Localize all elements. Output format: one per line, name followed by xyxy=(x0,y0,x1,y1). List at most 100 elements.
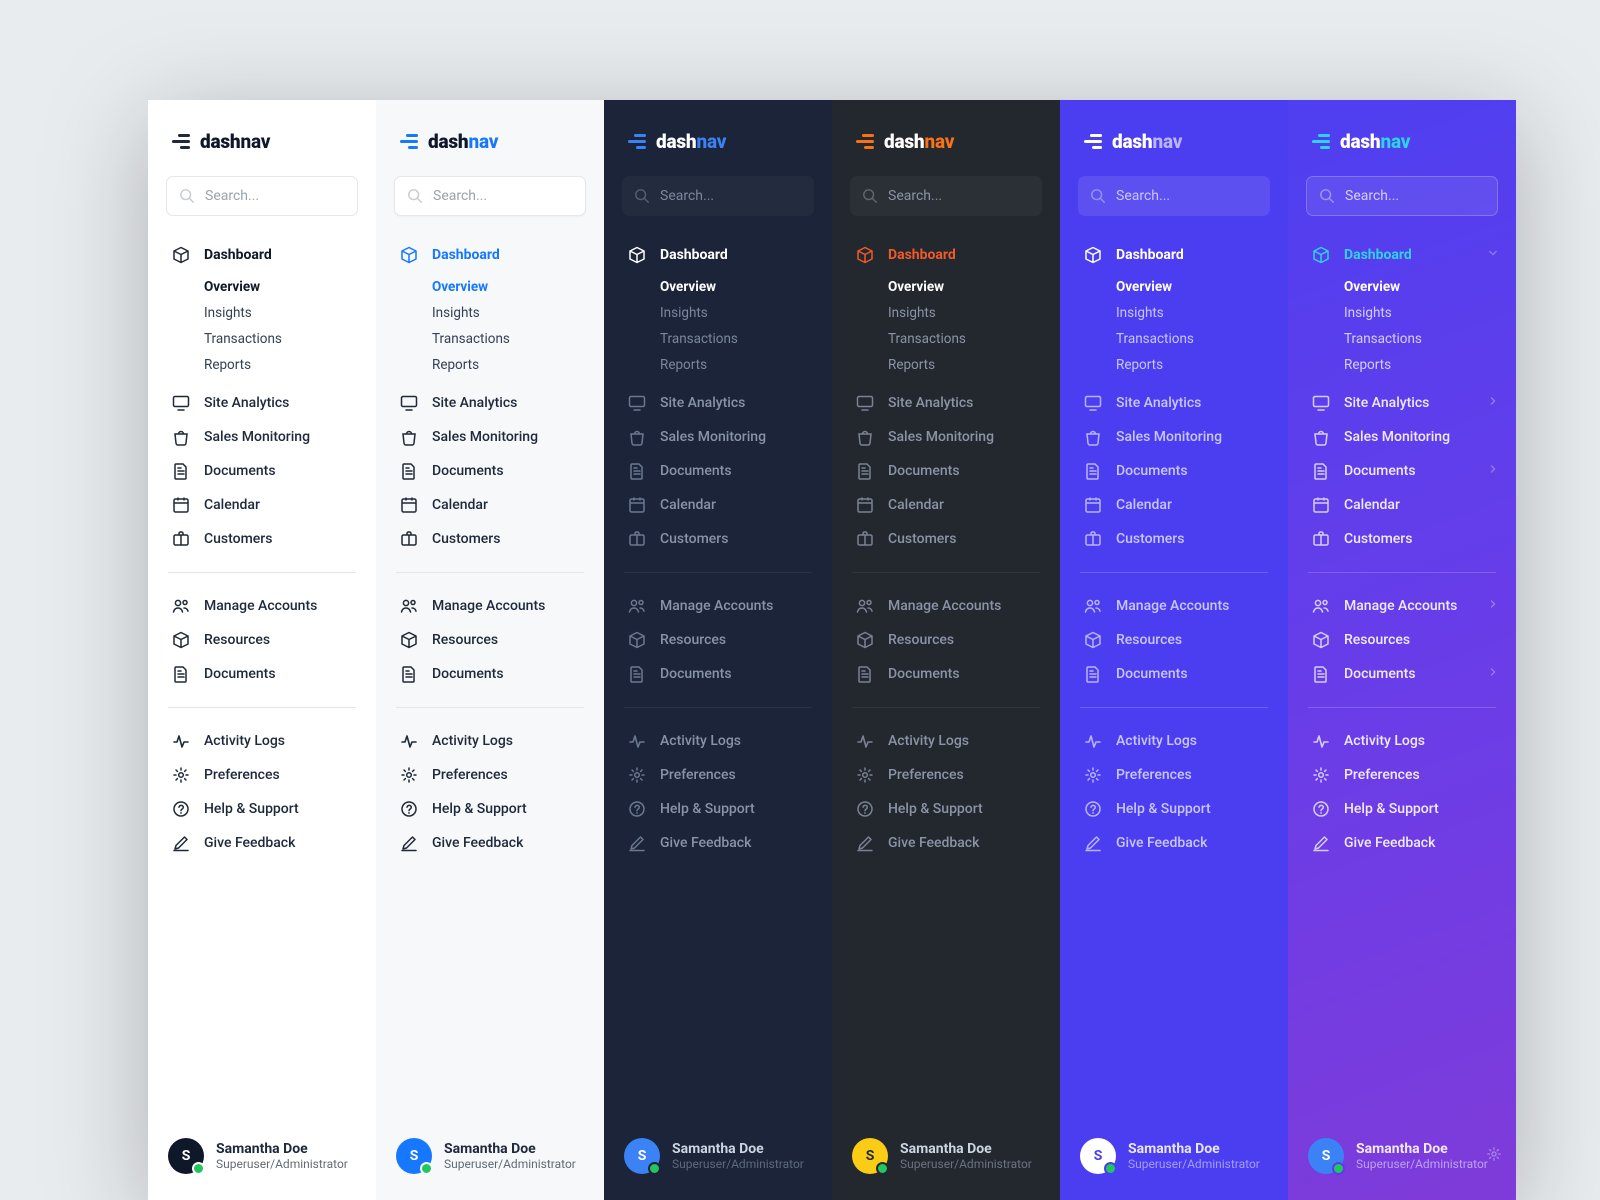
brand-logo[interactable]: dashnav xyxy=(832,128,1060,154)
sidebar-item-resources[interactable]: Resources xyxy=(1060,623,1288,657)
sidebar-item-activity[interactable]: Activity Logs xyxy=(604,724,832,758)
search-input[interactable]: Search... xyxy=(622,176,814,216)
sidebar-item-analytics[interactable]: Site Analytics xyxy=(376,386,604,420)
search-input[interactable]: Search... xyxy=(166,176,358,216)
sidebar-item-dashboard[interactable]: Dashboard xyxy=(1288,238,1516,272)
submenu-transactions[interactable]: Transactions xyxy=(432,326,604,352)
sidebar-item-dashboard[interactable]: Dashboard xyxy=(604,238,832,272)
sidebar-item-calendar[interactable]: Calendar xyxy=(1288,488,1516,522)
submenu-overview[interactable]: Overview xyxy=(888,274,1060,300)
brand-logo[interactable]: dashnav xyxy=(1060,128,1288,154)
sidebar-item-dashboard[interactable]: Dashboard xyxy=(832,238,1060,272)
sidebar-item-documents-2[interactable]: Documents xyxy=(376,657,604,691)
submenu-insights[interactable]: Insights xyxy=(432,300,604,326)
submenu-transactions[interactable]: Transactions xyxy=(1344,326,1516,352)
sidebar-item-help[interactable]: Help & Support xyxy=(148,792,376,826)
user-profile[interactable]: S Samantha Doe Superuser/Administrator xyxy=(604,1138,832,1200)
sidebar-item-feedback[interactable]: Give Feedback xyxy=(1060,826,1288,860)
search-input[interactable]: Search... xyxy=(394,176,586,216)
sidebar-item-sales[interactable]: Sales Monitoring xyxy=(148,420,376,454)
submenu-insights[interactable]: Insights xyxy=(888,300,1060,326)
sidebar-item-dashboard[interactable]: Dashboard xyxy=(376,238,604,272)
sidebar-item-documents[interactable]: Documents xyxy=(148,454,376,488)
sidebar-item-analytics[interactable]: Site Analytics xyxy=(1060,386,1288,420)
submenu-reports[interactable]: Reports xyxy=(432,352,604,378)
sidebar-item-activity[interactable]: Activity Logs xyxy=(832,724,1060,758)
sidebar-item-customers[interactable]: Customers xyxy=(604,522,832,556)
user-profile[interactable]: S Samantha Doe Superuser/Administrator xyxy=(148,1138,376,1200)
sidebar-item-help[interactable]: Help & Support xyxy=(376,792,604,826)
submenu-reports[interactable]: Reports xyxy=(660,352,832,378)
submenu-insights[interactable]: Insights xyxy=(660,300,832,326)
brand-logo[interactable]: dashnav xyxy=(604,128,832,154)
user-profile[interactable]: S Samantha Doe Superuser/Administrator xyxy=(1060,1138,1288,1200)
search-input[interactable]: Search... xyxy=(1078,176,1270,216)
sidebar-item-activity[interactable]: Activity Logs xyxy=(376,724,604,758)
submenu-overview[interactable]: Overview xyxy=(1116,274,1288,300)
sidebar-item-feedback[interactable]: Give Feedback xyxy=(1288,826,1516,860)
sidebar-item-manage-accounts[interactable]: Manage Accounts xyxy=(832,589,1060,623)
sidebar-item-documents-2[interactable]: Documents xyxy=(604,657,832,691)
sidebar-item-documents-2[interactable]: Documents xyxy=(148,657,376,691)
sidebar-item-calendar[interactable]: Calendar xyxy=(832,488,1060,522)
settings-gear-icon[interactable] xyxy=(1486,1146,1502,1166)
sidebar-item-documents[interactable]: Documents xyxy=(1288,454,1516,488)
sidebar-item-analytics[interactable]: Site Analytics xyxy=(148,386,376,420)
sidebar-item-activity[interactable]: Activity Logs xyxy=(148,724,376,758)
sidebar-item-calendar[interactable]: Calendar xyxy=(604,488,832,522)
sidebar-item-preferences[interactable]: Preferences xyxy=(1060,758,1288,792)
sidebar-item-documents-2[interactable]: Documents xyxy=(1060,657,1288,691)
submenu-overview[interactable]: Overview xyxy=(204,274,376,300)
sidebar-item-calendar[interactable]: Calendar xyxy=(1060,488,1288,522)
submenu-transactions[interactable]: Transactions xyxy=(1116,326,1288,352)
submenu-overview[interactable]: Overview xyxy=(432,274,604,300)
sidebar-item-resources[interactable]: Resources xyxy=(604,623,832,657)
sidebar-item-documents-2[interactable]: Documents xyxy=(832,657,1060,691)
submenu-reports[interactable]: Reports xyxy=(1116,352,1288,378)
sidebar-item-customers[interactable]: Customers xyxy=(148,522,376,556)
sidebar-item-help[interactable]: Help & Support xyxy=(1288,792,1516,826)
sidebar-item-activity[interactable]: Activity Logs xyxy=(1060,724,1288,758)
sidebar-item-customers[interactable]: Customers xyxy=(832,522,1060,556)
submenu-reports[interactable]: Reports xyxy=(888,352,1060,378)
sidebar-item-feedback[interactable]: Give Feedback xyxy=(376,826,604,860)
sidebar-item-customers[interactable]: Customers xyxy=(376,522,604,556)
submenu-insights[interactable]: Insights xyxy=(204,300,376,326)
sidebar-item-dashboard[interactable]: Dashboard xyxy=(148,238,376,272)
sidebar-item-sales[interactable]: Sales Monitoring xyxy=(832,420,1060,454)
sidebar-item-calendar[interactable]: Calendar xyxy=(376,488,604,522)
sidebar-item-documents-2[interactable]: Documents xyxy=(1288,657,1516,691)
sidebar-item-sales[interactable]: Sales Monitoring xyxy=(376,420,604,454)
sidebar-item-resources[interactable]: Resources xyxy=(832,623,1060,657)
brand-logo[interactable]: dashnav xyxy=(1288,128,1516,154)
submenu-insights[interactable]: Insights xyxy=(1116,300,1288,326)
brand-logo[interactable]: dashnav xyxy=(376,128,604,154)
sidebar-item-documents[interactable]: Documents xyxy=(832,454,1060,488)
sidebar-item-resources[interactable]: Resources xyxy=(148,623,376,657)
sidebar-item-calendar[interactable]: Calendar xyxy=(148,488,376,522)
user-profile[interactable]: S Samantha Doe Superuser/Administrator xyxy=(1288,1138,1516,1200)
sidebar-item-analytics[interactable]: Site Analytics xyxy=(832,386,1060,420)
sidebar-item-manage-accounts[interactable]: Manage Accounts xyxy=(376,589,604,623)
submenu-transactions[interactable]: Transactions xyxy=(888,326,1060,352)
sidebar-item-resources[interactable]: Resources xyxy=(376,623,604,657)
submenu-reports[interactable]: Reports xyxy=(204,352,376,378)
search-input[interactable]: Search... xyxy=(850,176,1042,216)
submenu-overview[interactable]: Overview xyxy=(1344,274,1516,300)
sidebar-item-preferences[interactable]: Preferences xyxy=(376,758,604,792)
submenu-insights[interactable]: Insights xyxy=(1344,300,1516,326)
sidebar-item-manage-accounts[interactable]: Manage Accounts xyxy=(604,589,832,623)
sidebar-item-sales[interactable]: Sales Monitoring xyxy=(1288,420,1516,454)
sidebar-item-dashboard[interactable]: Dashboard xyxy=(1060,238,1288,272)
sidebar-item-resources[interactable]: Resources xyxy=(1288,623,1516,657)
sidebar-item-customers[interactable]: Customers xyxy=(1288,522,1516,556)
submenu-transactions[interactable]: Transactions xyxy=(660,326,832,352)
sidebar-item-manage-accounts[interactable]: Manage Accounts xyxy=(1288,589,1516,623)
sidebar-item-manage-accounts[interactable]: Manage Accounts xyxy=(1060,589,1288,623)
brand-logo[interactable]: dashnav xyxy=(148,128,376,154)
sidebar-item-preferences[interactable]: Preferences xyxy=(604,758,832,792)
sidebar-item-documents[interactable]: Documents xyxy=(1060,454,1288,488)
user-profile[interactable]: S Samantha Doe Superuser/Administrator xyxy=(832,1138,1060,1200)
user-profile[interactable]: S Samantha Doe Superuser/Administrator xyxy=(376,1138,604,1200)
sidebar-item-documents[interactable]: Documents xyxy=(376,454,604,488)
